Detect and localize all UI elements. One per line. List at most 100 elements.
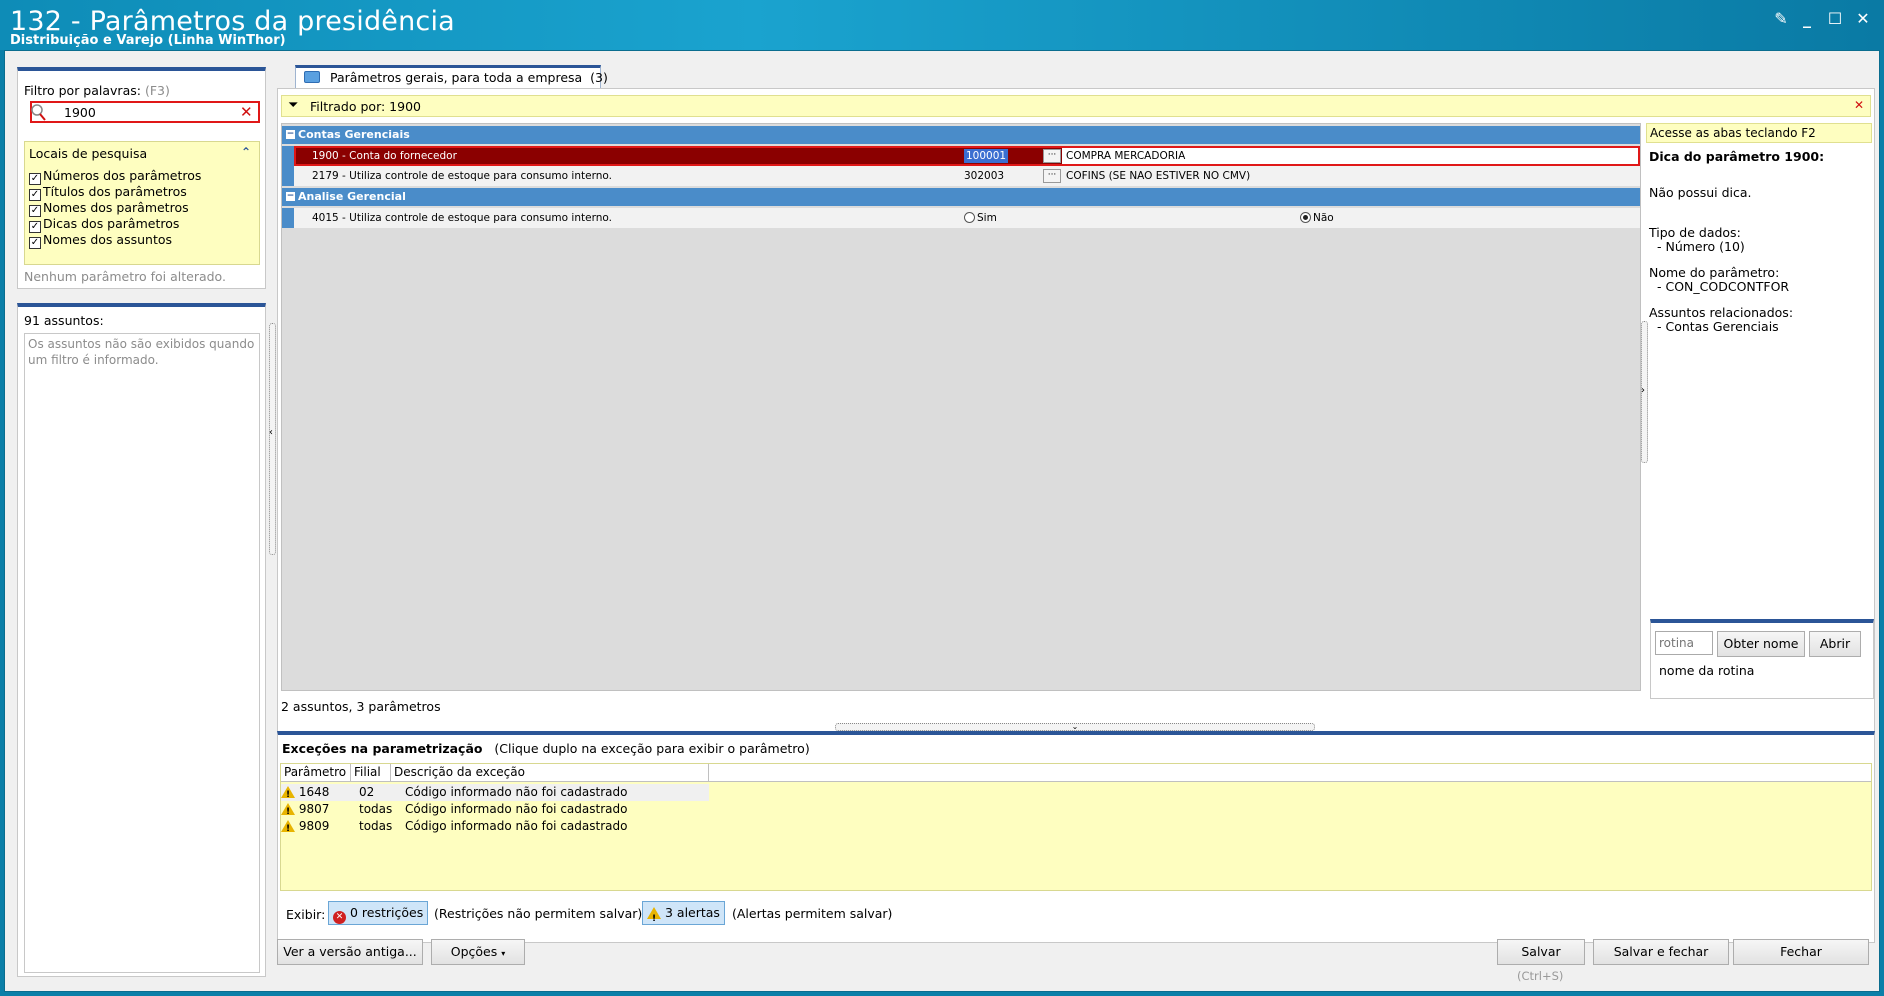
main-frame: Filtro por palavras: (F3) 1900 ✕ Locais … (4, 50, 1880, 992)
tip-type-label: Tipo de dados: (1649, 225, 1741, 240)
filter-label: Filtro por palavras: (F3) (24, 83, 170, 98)
collapse-right-icon[interactable]: › (1641, 385, 1645, 396)
search-value: 1900 (64, 105, 96, 120)
checkbox-numeros[interactable]: ✓ Números dos parâmetros (29, 168, 201, 185)
collapse-icon[interactable]: ⌃ (241, 145, 251, 159)
funnel-icon: ⏷ (288, 98, 299, 113)
tab-label-text: Parâmetros gerais, para toda a empresa (330, 70, 583, 85)
minimize-icon[interactable]: _ (1796, 8, 1818, 30)
alertas-label: 3 alertas (664, 905, 720, 920)
opcoes-label: Opções (450, 944, 498, 959)
parameters-grid: − Contas Gerenciais 1900 - Conta do forn… (281, 123, 1641, 691)
radio-icon (964, 212, 975, 223)
window-subtitle: Distribuição e Varejo (Linha WinThor) (10, 33, 286, 48)
filter-bar-text: Filtrado por: 1900 (310, 99, 421, 114)
checkbox-label: Dicas dos parâmetros (43, 216, 180, 231)
restricoes-toggle[interactable]: ✕ 0 restrições (328, 901, 429, 925)
rotina-panel: Obter nome Abrir nome da rotina (1650, 619, 1874, 699)
change-status: Nenhum parâmetro foi alterado. (24, 269, 226, 284)
bottom-splitter-handle[interactable]: ⌄ (835, 723, 1315, 731)
filter-shortcut: (F3) (144, 83, 170, 98)
warning-icon (281, 820, 295, 838)
collapse-group-icon[interactable]: − (286, 192, 295, 201)
radio-sim[interactable]: Sim (964, 208, 997, 228)
lookup-button[interactable]: ··· (1043, 169, 1061, 183)
warning-icon (281, 786, 295, 804)
tab-label: Parâmetros gerais, para toda a empresa (… (330, 70, 608, 85)
radio-nao[interactable]: Não (1300, 208, 1334, 228)
search-input[interactable]: 1900 ✕ (30, 101, 260, 123)
param-value-input[interactable]: 100001 (964, 149, 1009, 163)
left-splitter-handle[interactable] (269, 323, 276, 555)
header-descricao[interactable]: Descrição da exceção (391, 764, 709, 782)
subjects-panel: 91 assuntos: Os assuntos não são exibido… (17, 303, 266, 977)
restricoes-note: (Restrições não permitem salvar) (434, 906, 643, 921)
param-row-1900[interactable]: 1900 - Conta do fornecedor 100001 ··· CO… (282, 146, 1640, 166)
collapse-group-icon[interactable]: − (286, 130, 295, 139)
param-row-4015[interactable]: 4015 - Utiliza controle de estoque para … (282, 208, 1640, 228)
collapse-left-icon[interactable]: ‹ (269, 427, 273, 438)
group-row-contas-gerenciais[interactable]: − Contas Gerenciais (282, 126, 1640, 144)
abrir-button[interactable]: Abrir (1809, 631, 1861, 657)
checkbox-icon: ✓ (29, 237, 41, 249)
lookup-button[interactable]: ··· (1043, 149, 1061, 163)
clear-filter-icon[interactable]: ✕ (1854, 98, 1864, 112)
exception-row[interactable]: 9807 todas Código informado não foi cada… (281, 801, 709, 821)
opcoes-button[interactable]: Opções ▾ (431, 939, 525, 965)
param-row-2179[interactable]: 2179 - Utiliza controle de estoque para … (282, 166, 1640, 186)
row-marker (282, 208, 294, 228)
exceptions-title: Exceções na parametrização (Clique duplo… (282, 741, 810, 756)
warning-icon (281, 803, 295, 821)
param-name: 4015 - Utiliza controle de estoque para … (312, 212, 612, 224)
checkbox-titulos[interactable]: ✓ Títulos dos parâmetros (29, 184, 187, 201)
header-filial[interactable]: Filial (351, 764, 391, 782)
subjects-count: 91 assuntos: (24, 313, 104, 328)
exception-filial: 02 (359, 785, 375, 799)
exception-row[interactable]: 1648 02 Código informado não foi cadastr… (281, 784, 709, 804)
folder-icon (304, 71, 320, 83)
edit-icon[interactable]: ✎ (1770, 8, 1792, 30)
radio-label: Sim (977, 212, 997, 224)
tip-subjects-value: - Contas Gerenciais (1657, 319, 1779, 334)
exceptions-title-text: Exceções na parametrização (282, 741, 483, 756)
ver-versao-antiga-button[interactable]: Ver a versão antiga... (277, 939, 423, 965)
rotina-name-label: nome da rotina (1659, 663, 1755, 678)
exception-desc: Código informado não foi cadastrado (405, 785, 628, 799)
maximize-icon[interactable]: ☐ (1824, 8, 1846, 30)
rotina-input[interactable] (1655, 631, 1713, 655)
filter-bar: ⏷ Filtrado por: 1900 ✕ (281, 95, 1871, 117)
obter-nome-button[interactable]: Obter nome (1717, 631, 1805, 657)
title-bar: 132 - Parâmetros da presidência Distribu… (0, 0, 1884, 50)
group-label: Analise Gerencial (298, 190, 406, 203)
filter-panel: Filtro por palavras: (F3) 1900 ✕ Locais … (17, 67, 266, 289)
salvar-e-fechar-button[interactable]: Salvar e fechar (1593, 939, 1729, 965)
exceptions-header: Parâmetro Filial Descrição da exceção (281, 764, 1871, 782)
group-row-analise-gerencial[interactable]: − Analise Gerencial (282, 188, 1640, 206)
checkbox-nomes[interactable]: ✓ Nomes dos parâmetros (29, 200, 189, 217)
checkbox-label: Nomes dos parâmetros (43, 200, 189, 215)
param-value-input[interactable]: 302003 (964, 166, 1004, 186)
close-icon[interactable]: ✕ (1852, 8, 1874, 30)
exceptions-panel: Exceções na parametrização (Clique duplo… (277, 731, 1875, 943)
tip-hint: Acesse as abas teclando F2 (1646, 123, 1872, 143)
header-parametro[interactable]: Parâmetro (281, 764, 351, 782)
dropdown-icon: ▾ (501, 949, 506, 958)
alertas-toggle[interactable]: 3 alertas (642, 901, 725, 930)
checkbox-dicas[interactable]: ✓ Dicas dos parâmetros (29, 216, 179, 233)
checkbox-label: Títulos dos parâmetros (43, 184, 187, 199)
tab-parametros-gerais[interactable]: Parâmetros gerais, para toda a empresa (… (295, 65, 608, 89)
checkbox-assuntos[interactable]: ✓ Nomes dos assuntos (29, 232, 172, 249)
exceptions-subtitle: (Clique duplo na exceção para exibir o p… (494, 741, 810, 756)
warning-icon (647, 907, 661, 930)
tip-type-value: - Número (10) (1657, 239, 1745, 254)
exception-row[interactable]: 9809 todas Código informado não foi cada… (281, 818, 709, 838)
checkbox-label: Números dos parâmetros (43, 168, 202, 183)
error-icon: ✕ (333, 911, 346, 924)
param-desc: COMPRA MERCADORIA (1062, 148, 1640, 164)
clear-icon[interactable]: ✕ (240, 103, 253, 121)
fechar-button[interactable]: Fechar (1733, 939, 1869, 965)
search-locations-panel: Locais de pesquisa ⌃ ✓ Números dos parâme… (24, 141, 260, 265)
subjects-list[interactable]: Os assuntos não são exibidos quando um f… (24, 333, 260, 973)
salvar-button[interactable]: Salvar (1497, 939, 1585, 965)
checkbox-label: Nomes dos assuntos (43, 232, 173, 247)
